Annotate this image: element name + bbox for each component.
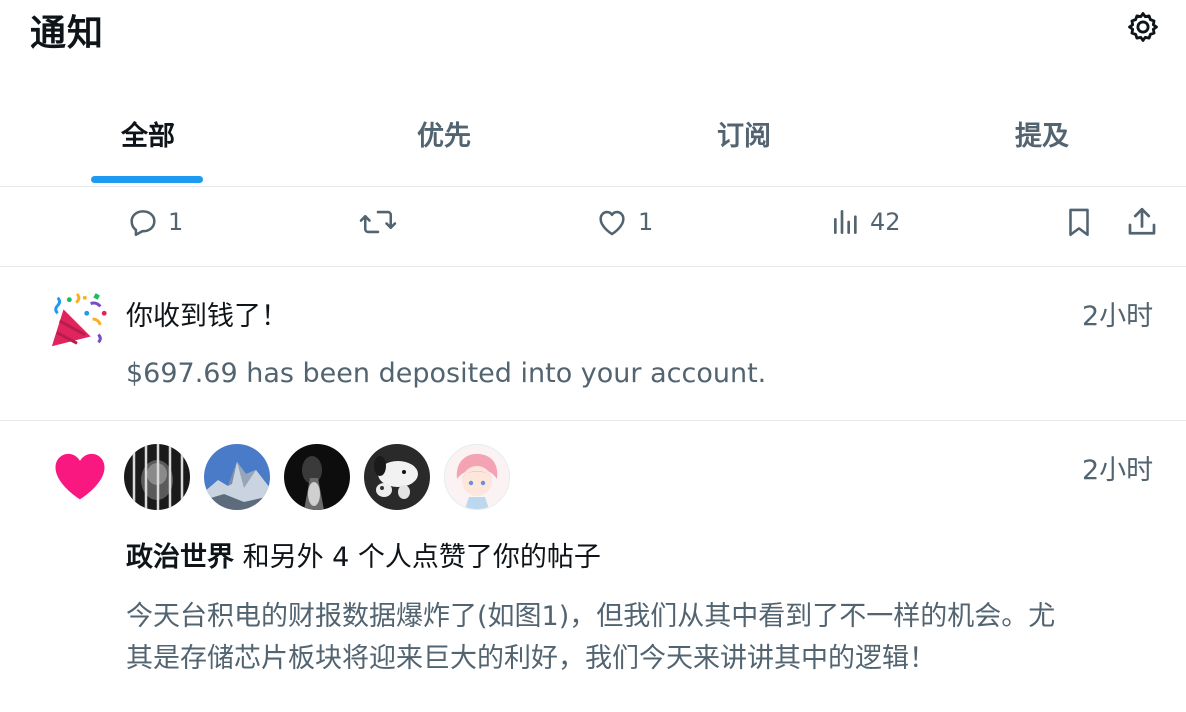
avatar-4[interactable] [364, 444, 430, 510]
divider [0, 186, 1186, 187]
avatar-1[interactable] [124, 444, 190, 510]
like-button[interactable]: 1 [594, 200, 653, 244]
tab-label: 订阅 [717, 121, 771, 152]
tab-mentions[interactable]: 提及 [894, 96, 1186, 186]
tab-label: 提及 [1015, 121, 1069, 152]
like-icon [599, 210, 625, 236]
avatar-5[interactable] [444, 444, 510, 510]
liked-post-preview[interactable]: 今天台积电的财报数据爆炸了(如图1)，但我们从其中看到了不一样的机会。尤其是存储… [126, 596, 1056, 680]
views-count: 42 [870, 208, 901, 236]
notification-body: $697.69 has been deposited into your acc… [126, 358, 767, 389]
reply-button[interactable]: 1 [126, 200, 183, 244]
repost-button[interactable] [358, 200, 406, 244]
page-title: 通知 [30, 13, 105, 54]
avatar-3[interactable] [284, 444, 350, 510]
notification-summary: 政治世界 和另外 4 个人点赞了你的帖子 [126, 535, 601, 574]
avatar-2[interactable] [204, 444, 270, 510]
tab-label: 优先 [417, 121, 471, 152]
reply-icon [130, 210, 156, 237]
share-icon [1128, 207, 1156, 235]
tab-bar: 全部 优先 订阅 提及 [0, 96, 1186, 186]
like-count: 1 [638, 208, 654, 236]
share-button[interactable] [1124, 200, 1160, 244]
bookmark-button[interactable] [1062, 200, 1096, 244]
party-popper-icon [51, 292, 107, 347]
tab-subscriptions[interactable]: 订阅 [596, 96, 892, 186]
notification-time: 2小时 [1082, 301, 1154, 332]
tab-priority[interactable]: 优先 [296, 96, 592, 186]
views-icon [834, 210, 857, 234]
notifications-page: 通知 全部 优先 订阅 提及 1 1 42 你收到钱了！ 2小时 $697.69… [0, 0, 1186, 712]
repost-icon [359, 210, 397, 234]
actor-name-link[interactable]: 政治世界 [126, 542, 234, 573]
bookmark-icon [1069, 208, 1089, 237]
divider [0, 420, 1186, 421]
gear-icon[interactable] [1124, 8, 1162, 46]
views-button[interactable]: 42 [830, 200, 901, 244]
notification-title: 你收到钱了！ [126, 301, 288, 332]
divider [0, 266, 1186, 267]
heart-icon [55, 453, 105, 500]
reply-count: 1 [168, 208, 184, 236]
notification-action-text: 和另外 4 个人点赞了你的帖子 [234, 542, 601, 573]
tab-all[interactable]: 全部 [0, 96, 296, 186]
notification-time: 2小时 [1082, 455, 1154, 486]
active-tab-indicator [91, 176, 203, 183]
